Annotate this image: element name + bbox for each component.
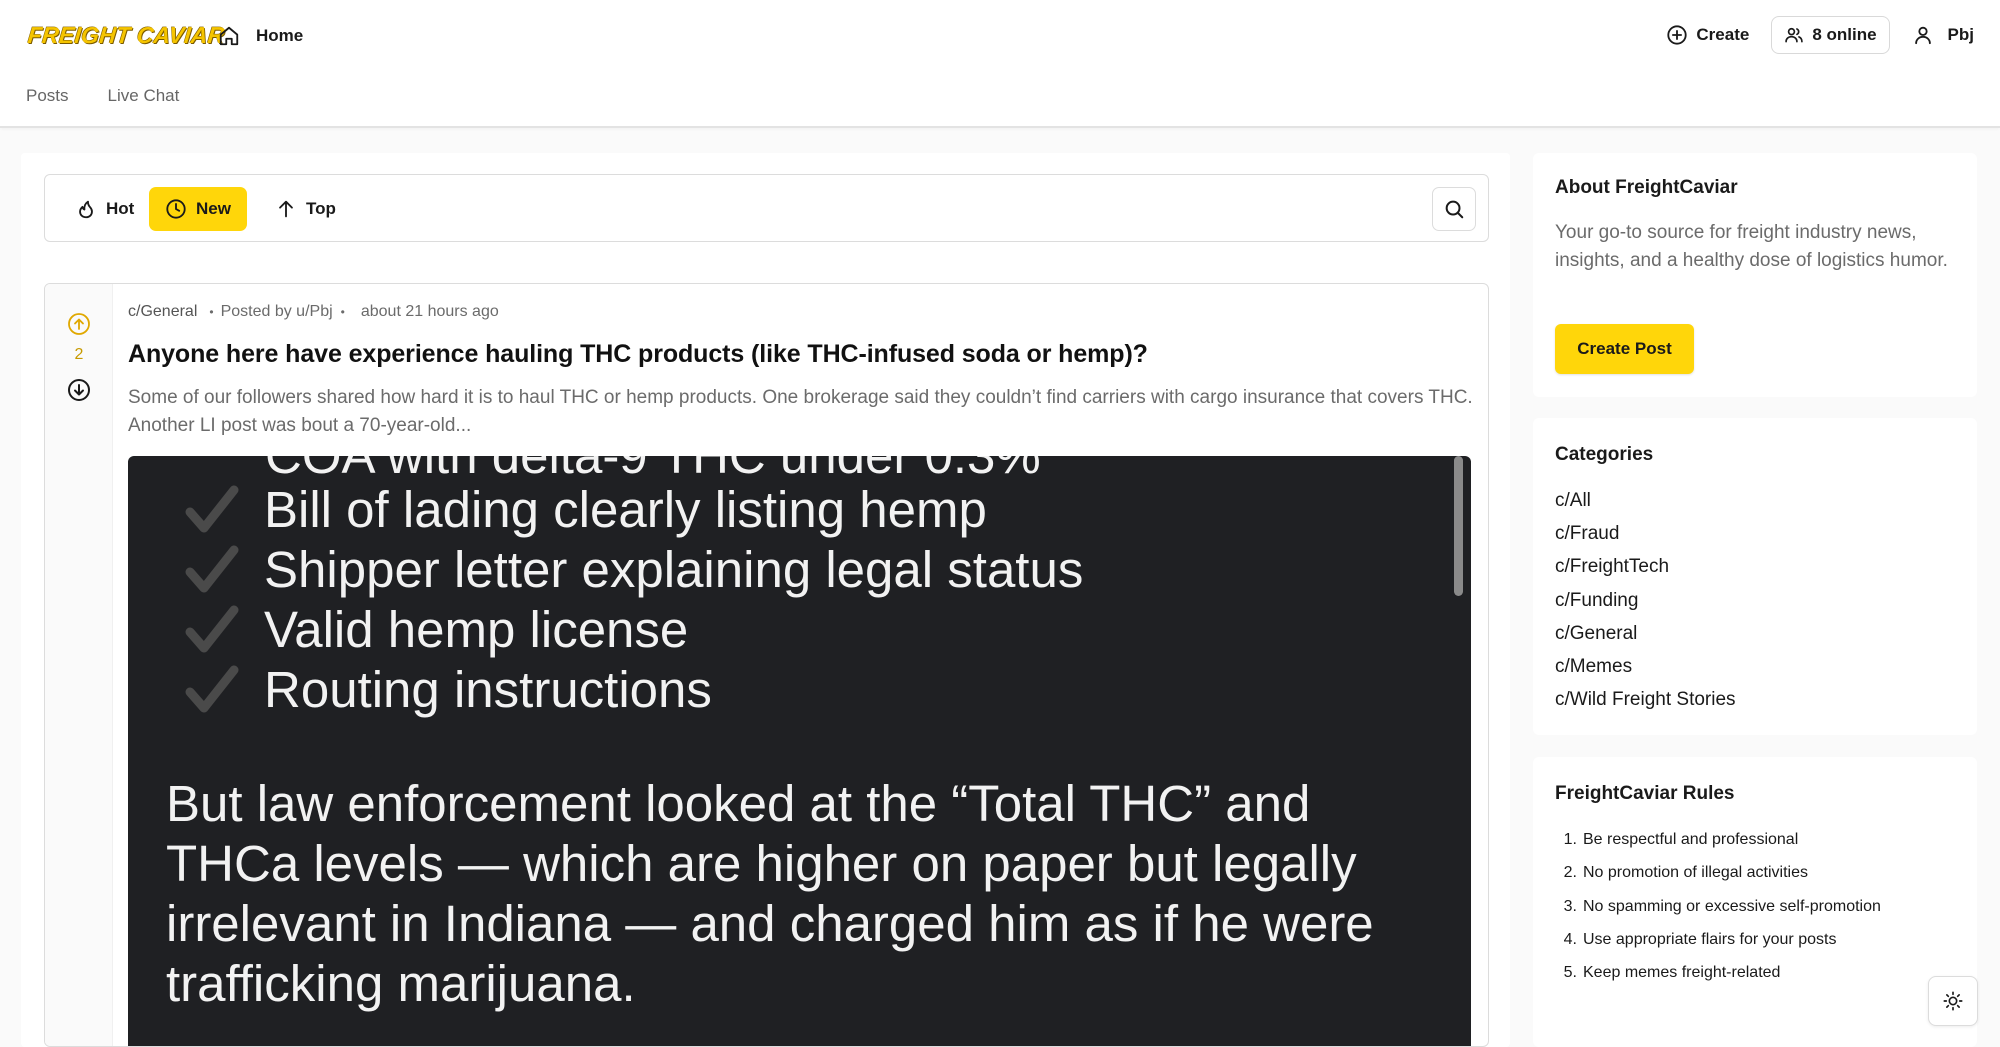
- plus-circle-icon: [1667, 25, 1688, 45]
- sort-new-button[interactable]: New: [149, 187, 247, 231]
- vote-column: 2: [45, 284, 113, 1046]
- category-item[interactable]: c/Memes: [1555, 650, 1736, 683]
- home-icon: [219, 26, 239, 46]
- checklist-text: Valid hemp license: [264, 601, 689, 658]
- sun-icon: [1943, 991, 1963, 1011]
- sort-bar: Hot New Top: [44, 174, 1489, 242]
- rule-text: No spamming or excessive self-promotion: [1583, 897, 1881, 915]
- category-item[interactable]: c/Funding: [1555, 584, 1736, 617]
- image-checklist-item: Valid hemp license: [184, 600, 688, 659]
- about-card: About FreightCaviar Your go-to source fo…: [1533, 153, 1977, 397]
- image-checklist-item: Shipper letter explaining legal status: [184, 540, 1083, 599]
- about-text: Your go-to source for freight industry n…: [1555, 222, 1948, 271]
- home-link[interactable]: Home: [218, 22, 303, 50]
- subnav-posts[interactable]: Posts: [26, 86, 69, 106]
- post-time: about 21 hours ago: [360, 303, 499, 320]
- post-category[interactable]: c/General: [128, 303, 197, 321]
- rule-item: 1. Be respectful and professional: [1555, 823, 1881, 856]
- search-icon: [1445, 200, 1464, 219]
- create-button[interactable]: Create: [1666, 24, 1749, 46]
- subnav-live-chat[interactable]: Live Chat: [108, 86, 180, 106]
- rule-number: 2.: [1563, 864, 1577, 882]
- upvote-icon[interactable]: [67, 312, 91, 336]
- online-count: 8 online: [1812, 25, 1877, 44]
- theme-toggle-button[interactable]: [1928, 976, 1978, 1026]
- category-item[interactable]: c/General: [1555, 617, 1736, 650]
- clock-icon: [166, 199, 186, 219]
- rules-card: FreightCaviar Rules 1. Be respectful and …: [1533, 757, 1977, 1047]
- rule-item: 2. No promotion of illegal activities: [1555, 856, 1881, 889]
- sub-navigation: Posts Live Chat: [26, 86, 179, 106]
- rule-item: 4. Use appropriate flairs for your posts: [1555, 923, 1881, 956]
- post-card[interactable]: 2 c/General • Posted by u/Pbj • about 21…: [44, 283, 1489, 1047]
- post-title[interactable]: Anyone here have experience hauling THC …: [128, 340, 1148, 369]
- rule-text: Keep memes freight-related: [1583, 964, 1781, 982]
- sort-new-label: New: [196, 199, 231, 218]
- image-checklist-item: Routing instructions: [184, 660, 712, 719]
- rule-number: 1.: [1563, 831, 1577, 848]
- category-item[interactable]: c/Fraud: [1555, 517, 1736, 550]
- meta-separator: •: [340, 305, 345, 319]
- rule-item: 3. No spamming or excessive self-promotio…: [1555, 890, 1881, 923]
- users-icon: [1785, 27, 1804, 43]
- rule-text: Use appropriate flairs for your posts: [1583, 930, 1837, 948]
- vote-count: 2: [74, 346, 84, 363]
- image-scrollbar[interactable]: [1454, 456, 1463, 596]
- site-logo[interactable]: FREIGHT CAVIAR: [26, 18, 226, 52]
- create-post-button[interactable]: Create Post: [1555, 324, 1694, 374]
- rule-number: 4.: [1563, 930, 1577, 948]
- rule-number: 5.: [1563, 964, 1577, 982]
- category-item[interactable]: c/Wild Freight Stories: [1555, 683, 1736, 716]
- post-excerpt: Some of our followers shared how hard it…: [128, 387, 1473, 436]
- top-header: FREIGHT CAVIAR Home Posts Live Chat Crea…: [0, 0, 2000, 128]
- category-list: c/All c/Fraud c/FreightTech c/Funding c/…: [1555, 484, 1736, 716]
- category-item[interactable]: c/All: [1555, 484, 1736, 517]
- image-paragraph-line: trafficking marijuana.: [166, 955, 636, 1012]
- sort-top-button[interactable]: Top: [259, 187, 352, 231]
- user-menu[interactable]: Pbj: [1912, 24, 1974, 46]
- user-icon: [1914, 26, 1931, 45]
- image-paragraph-line: THCa levels — which are higher on paper …: [166, 835, 1357, 892]
- create-label: Create: [1696, 25, 1750, 44]
- rule-text: Be respectful and professional: [1583, 831, 1799, 848]
- checkmark-icon: [185, 485, 239, 532]
- image-paragraph-line: But law enforcement looked at the “Total…: [166, 775, 1311, 832]
- rule-text: No promotion of illegal activities: [1583, 864, 1808, 882]
- search-button[interactable]: [1432, 187, 1476, 231]
- image-checklist-item: Bill of lading clearly listing hemp: [184, 480, 987, 539]
- rule-item: 5. Keep memes freight-related: [1555, 956, 1881, 989]
- rules-list: 1. Be respectful and professional 2. No pr…: [1555, 823, 1881, 989]
- category-item[interactable]: c/FreightTech: [1555, 550, 1736, 583]
- header-actions: Create 8 online Pbj: [1666, 16, 1974, 54]
- arrow-up-icon: [279, 200, 293, 218]
- image-paragraph-line: irrelevant in Indiana — and charged him …: [166, 895, 1374, 952]
- rules-title: FreightCaviar Rules: [1555, 783, 1735, 804]
- sort-hot-label: Hot: [106, 199, 135, 218]
- checklist-text: Routing instructions: [264, 661, 712, 718]
- downvote-icon[interactable]: [67, 378, 91, 402]
- checklist-text: Shipper letter explaining legal status: [264, 541, 1084, 598]
- about-title: About FreightCaviar: [1555, 177, 1738, 198]
- online-users-button[interactable]: 8 online: [1771, 16, 1890, 54]
- checkmark-icon: [185, 545, 239, 592]
- post-image[interactable]: COA with delta-9 THC under 0.3% Bill of …: [128, 456, 1471, 1046]
- home-label: Home: [256, 26, 304, 45]
- checklist-text: Bill of lading clearly listing hemp: [264, 481, 987, 538]
- categories-card: Categories c/All c/Fraud c/FreightTech c…: [1533, 418, 1977, 735]
- sort-top-label: Top: [306, 199, 336, 218]
- post-author[interactable]: Posted by u/Pbj: [221, 303, 333, 321]
- username: Pbj: [1947, 25, 1974, 44]
- flame-icon: [79, 200, 93, 219]
- post-meta: c/General • Posted by u/Pbj • about 21 h…: [128, 303, 499, 321]
- checkmark-icon: [185, 665, 239, 712]
- sort-hot-button[interactable]: Hot: [59, 187, 150, 231]
- rule-number: 3.: [1563, 897, 1577, 915]
- checkmark-icon: [185, 605, 239, 652]
- categories-title: Categories: [1555, 444, 1654, 465]
- meta-separator: •: [209, 305, 214, 319]
